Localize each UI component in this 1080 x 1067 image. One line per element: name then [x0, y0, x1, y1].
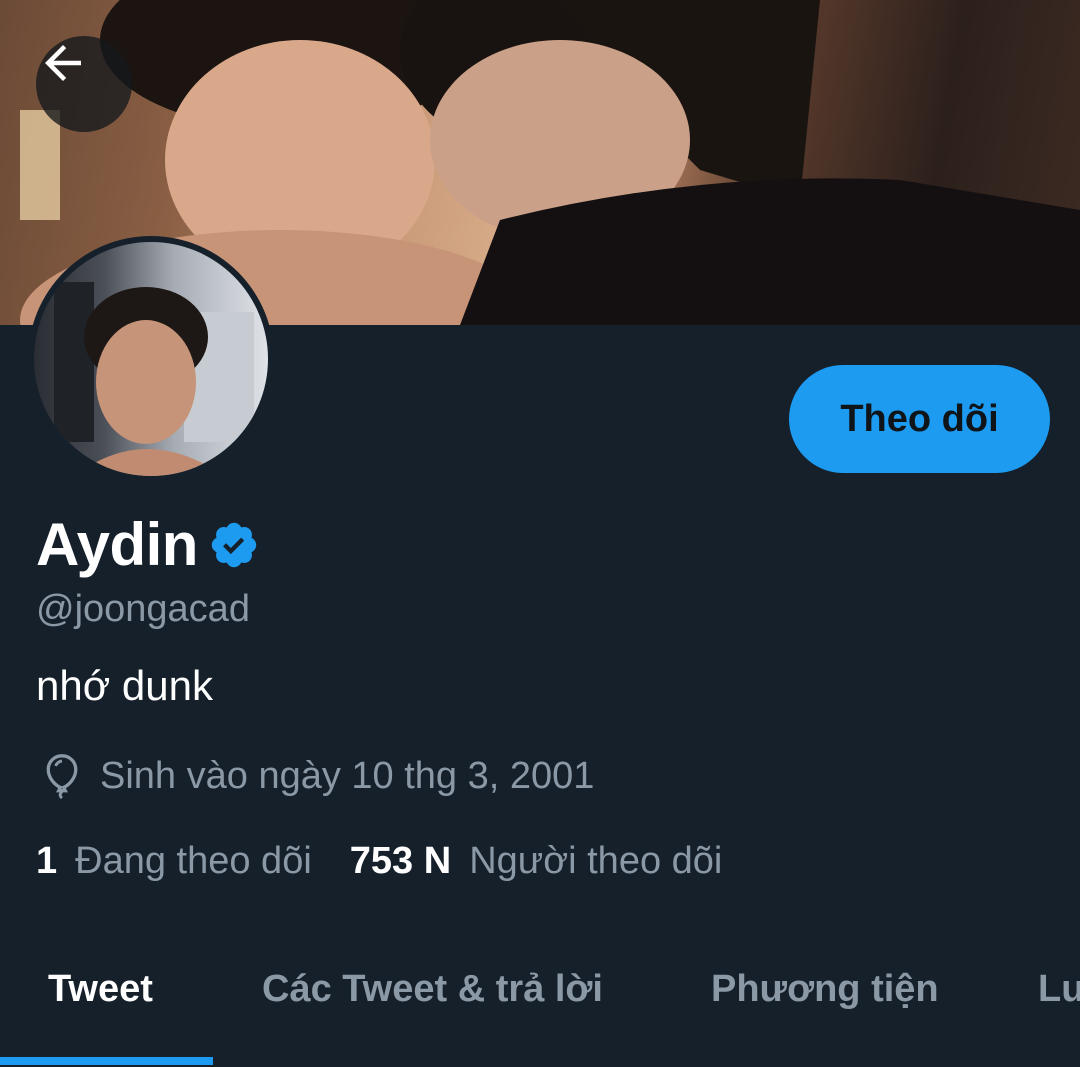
profile-page: Theo dõi Aydin @joongacad nhớ dunk Sinh …	[0, 0, 1080, 1067]
profile-tabs: Tweet Các Tweet & trả lời Phương tiện Lư…	[0, 930, 1080, 1067]
followers-label: Người theo dõi	[469, 840, 723, 882]
display-name: Aydin	[36, 511, 198, 578]
tab-media[interactable]: Phương tiện	[711, 968, 939, 1011]
following-label: Đang theo dõi	[75, 840, 312, 882]
balloon-icon	[46, 754, 78, 800]
followers-link[interactable]: 753 N Người theo dõi	[350, 840, 723, 883]
birthdate-row: Sinh vào ngày 10 thg 3, 2001	[40, 752, 594, 800]
follow-stats: 1 Đang theo dõi 753 N Người theo dõi	[36, 840, 722, 883]
profile-bio: nhớ dunk	[36, 662, 214, 709]
tab-tweets[interactable]: Tweet	[48, 968, 153, 1011]
tab-tweets-replies[interactable]: Các Tweet & trả lời	[262, 968, 603, 1011]
following-link[interactable]: 1 Đang theo dõi	[36, 840, 312, 883]
following-count: 1	[36, 840, 58, 882]
active-tab-indicator	[0, 1057, 213, 1065]
arrow-left-icon	[45, 45, 81, 81]
user-handle: @joongacad	[36, 588, 250, 630]
profile-avatar[interactable]	[28, 236, 274, 482]
back-button[interactable]	[36, 36, 132, 132]
follow-button[interactable]: Theo dõi	[789, 365, 1050, 473]
followers-count: 753 N	[349, 840, 452, 882]
name-row: Aydin	[36, 510, 260, 579]
verified-badge-icon[interactable]	[208, 519, 260, 571]
avatar-photo	[34, 242, 268, 476]
tab-likes[interactable]: Lượt thích	[1038, 968, 1080, 1011]
birthdate-text: Sinh vào ngày 10 thg 3, 2001	[100, 754, 595, 797]
